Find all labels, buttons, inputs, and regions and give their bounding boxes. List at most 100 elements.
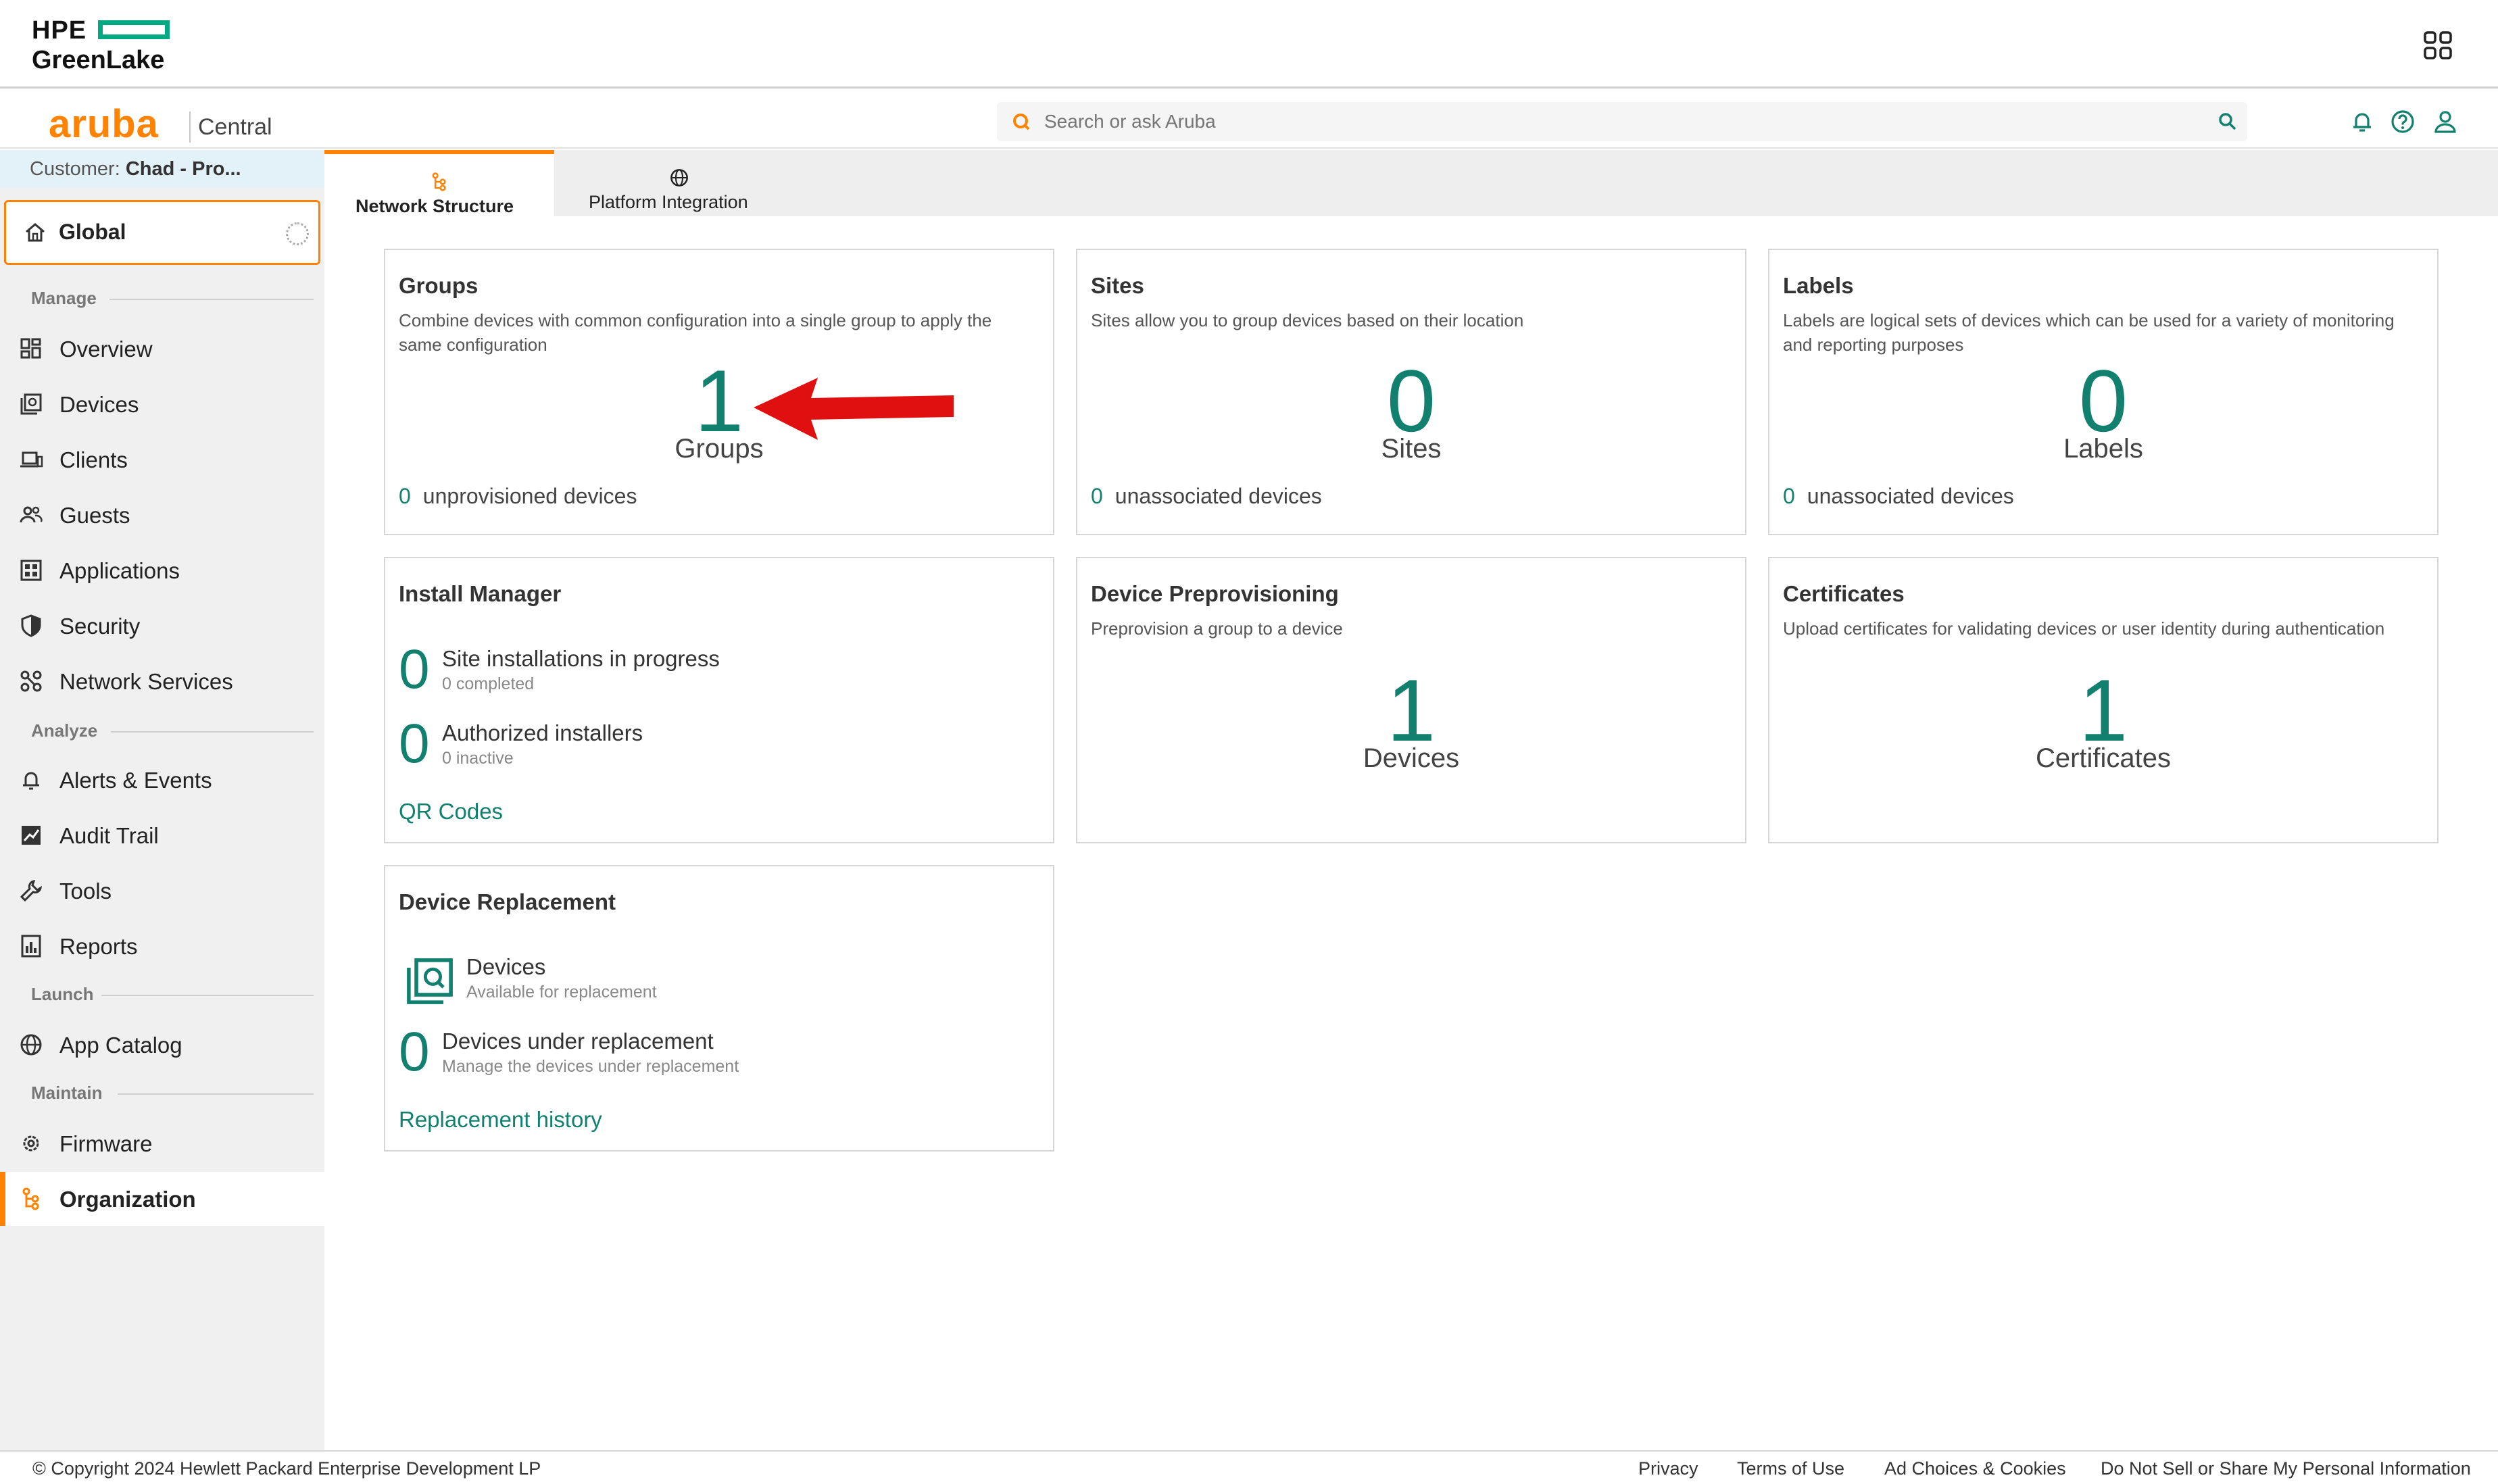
- labels-unit-label: Labels: [2063, 434, 2143, 464]
- sidebar-item-firmware[interactable]: Firmware: [0, 1116, 324, 1170]
- qr-codes-link[interactable]: QR Codes: [399, 799, 503, 824]
- organization-icon: [22, 1187, 39, 1210]
- product-name: Central: [198, 114, 272, 140]
- unassociated-label: unassociated devices: [1115, 484, 1322, 508]
- sidebar-item-applications[interactable]: Applications: [0, 543, 324, 597]
- unprovisioned-devices-stat[interactable]: 0 unprovisioned devices: [399, 484, 637, 509]
- dashboard-icon: [20, 338, 41, 359]
- sidebar-item-label: Clients: [59, 447, 128, 472]
- app-grid-icon[interactable]: [2423, 30, 2453, 60]
- sidebar-item-organization[interactable]: Organization: [0, 1172, 324, 1226]
- labels-count[interactable]: 0: [1769, 357, 2437, 445]
- replacement-history-link[interactable]: Replacement history: [399, 1107, 602, 1133]
- card-description: Labels are logical sets of devices which…: [1783, 310, 2395, 355]
- sidebar-item-label: Alerts & Events: [59, 768, 212, 793]
- card-title: Install Manager: [399, 581, 562, 606]
- preprovisioned-unit-label: Devices: [1363, 743, 1460, 773]
- card-description: Upload certificates for validating devic…: [1783, 618, 2385, 639]
- sidebar-item-clients[interactable]: Clients: [0, 432, 324, 487]
- section-divider: [101, 995, 314, 996]
- card-title: Device Preprovisioning: [1091, 581, 1339, 606]
- scope-label: Global: [59, 220, 126, 244]
- sites-count[interactable]: 0: [1077, 357, 1745, 445]
- applications-icon: [20, 560, 42, 581]
- section-label: Analyze: [31, 720, 98, 741]
- sidebar-item-audit-trail[interactable]: Audit Trail: [0, 808, 324, 862]
- sidebar-item-label: Guests: [59, 503, 130, 528]
- sidebar-item-label: App Catalog: [59, 1033, 182, 1058]
- section-divider: [118, 1093, 314, 1095]
- user-icon[interactable]: [2432, 109, 2458, 134]
- stat-title: Devices under replacement: [442, 1029, 714, 1054]
- sidebar-item-tools[interactable]: Tools: [0, 864, 324, 918]
- search-bar[interactable]: [997, 102, 2247, 141]
- unprovisioned-count: 0: [399, 484, 411, 508]
- sidebar-item-label: Security: [59, 614, 141, 639]
- customer-prefix: Customer:: [30, 158, 120, 180]
- sidebar-item-label: Network Services: [59, 669, 233, 694]
- sites-card[interactable]: Sites Sites allow you to group devices b…: [1076, 249, 1746, 535]
- loading-spinner-icon: [286, 222, 309, 245]
- home-icon: [26, 223, 45, 242]
- section-analyze: Analyze: [0, 718, 324, 745]
- tab-network-structure[interactable]: Network Structure: [324, 150, 554, 216]
- device-preprovisioning-card[interactable]: Device Preprovisioning Preprovision a gr…: [1076, 557, 1746, 843]
- card-description: Sites allow you to group devices based o…: [1091, 310, 1524, 330]
- wrench-icon: [20, 880, 43, 902]
- card-description: Combine devices with common configuratio…: [399, 310, 992, 355]
- unassociated-count: 0: [1091, 484, 1103, 508]
- aruba-header: aruba Central: [0, 89, 2498, 149]
- install-manager-card[interactable]: Install Manager 0 Site installations in …: [384, 557, 1054, 843]
- help-icon[interactable]: [2390, 109, 2416, 134]
- card-title: Groups: [399, 273, 479, 298]
- search-input[interactable]: [1044, 107, 2159, 136]
- sidebar-item-app-catalog[interactable]: App Catalog: [0, 1018, 324, 1072]
- ad-choices-link[interactable]: Ad Choices & Cookies: [1884, 1458, 2066, 1479]
- terms-link[interactable]: Terms of Use: [1737, 1458, 1844, 1479]
- tab-platform-integration[interactable]: Platform Integration: [558, 150, 801, 216]
- sidebar-item-network-services[interactable]: Network Services: [0, 654, 324, 708]
- device-replacement-card[interactable]: Device Replacement Devices Available for…: [384, 865, 1054, 1152]
- section-maintain: Maintain: [0, 1080, 324, 1107]
- privacy-link[interactable]: Privacy: [1638, 1458, 1698, 1479]
- tab-label: Platform Integration: [589, 192, 748, 212]
- sidebar-item-label: Applications: [59, 558, 180, 583]
- search-icon[interactable]: [2218, 112, 2238, 132]
- logo-divider: [189, 112, 191, 143]
- stat-subtitle: Manage the devices under replacement: [442, 1057, 739, 1076]
- tab-bar: Network Structure Platform Integration: [324, 150, 2498, 216]
- bell-icon: [23, 772, 39, 790]
- unassociated-devices-stat[interactable]: 0 unassociated devices: [1783, 484, 2014, 509]
- sidebar-item-guests[interactable]: Guests: [0, 488, 324, 542]
- certificates-card[interactable]: Certificates Upload certificates for val…: [1768, 557, 2439, 843]
- labels-card[interactable]: Labels Labels are logical sets of device…: [1768, 249, 2439, 535]
- certificates-count[interactable]: 1: [1769, 666, 2437, 754]
- section-manage: Manage: [0, 285, 324, 312]
- stat-subtitle: 0 inactive: [442, 749, 514, 768]
- customer-selector[interactable]: Customer: Chad - Pro...: [0, 150, 324, 188]
- hpe-greenlake-logo[interactable]: HPE GreenLake: [32, 18, 170, 74]
- red-arrow-annotation: [754, 378, 954, 440]
- laptop-icon: [20, 451, 43, 468]
- reports-icon: [21, 935, 41, 958]
- scope-selector[interactable]: Global: [4, 200, 320, 265]
- do-not-sell-link[interactable]: Do Not Sell or Share My Personal Informa…: [2101, 1458, 2471, 1479]
- unprovisioned-label: unprovisioned devices: [422, 484, 637, 508]
- sidebar-item-reports[interactable]: Reports: [0, 919, 324, 973]
- bell-icon[interactable]: [2349, 109, 2375, 134]
- section-divider: [111, 731, 314, 733]
- hpe-header: HPE GreenLake: [0, 0, 2498, 89]
- sidebar-item-devices[interactable]: Devices: [0, 377, 324, 431]
- sidebar-item-label: Organization: [59, 1187, 196, 1212]
- section-divider: [109, 299, 314, 300]
- unassociated-devices-stat[interactable]: 0 unassociated devices: [1091, 484, 1322, 509]
- sidebar-item-security[interactable]: Security: [0, 599, 324, 653]
- sidebar-item-label: Firmware: [59, 1131, 153, 1156]
- sites-unit-label: Sites: [1381, 434, 1442, 464]
- sidebar-item-overview[interactable]: Overview: [0, 322, 324, 376]
- preprovisioned-count[interactable]: 1: [1077, 666, 1745, 754]
- stat-title: Authorized installers: [442, 720, 643, 745]
- aruba-logo[interactable]: aruba: [49, 105, 159, 144]
- organization-icon: [432, 172, 446, 191]
- sidebar-item-alerts[interactable]: Alerts & Events: [0, 753, 324, 807]
